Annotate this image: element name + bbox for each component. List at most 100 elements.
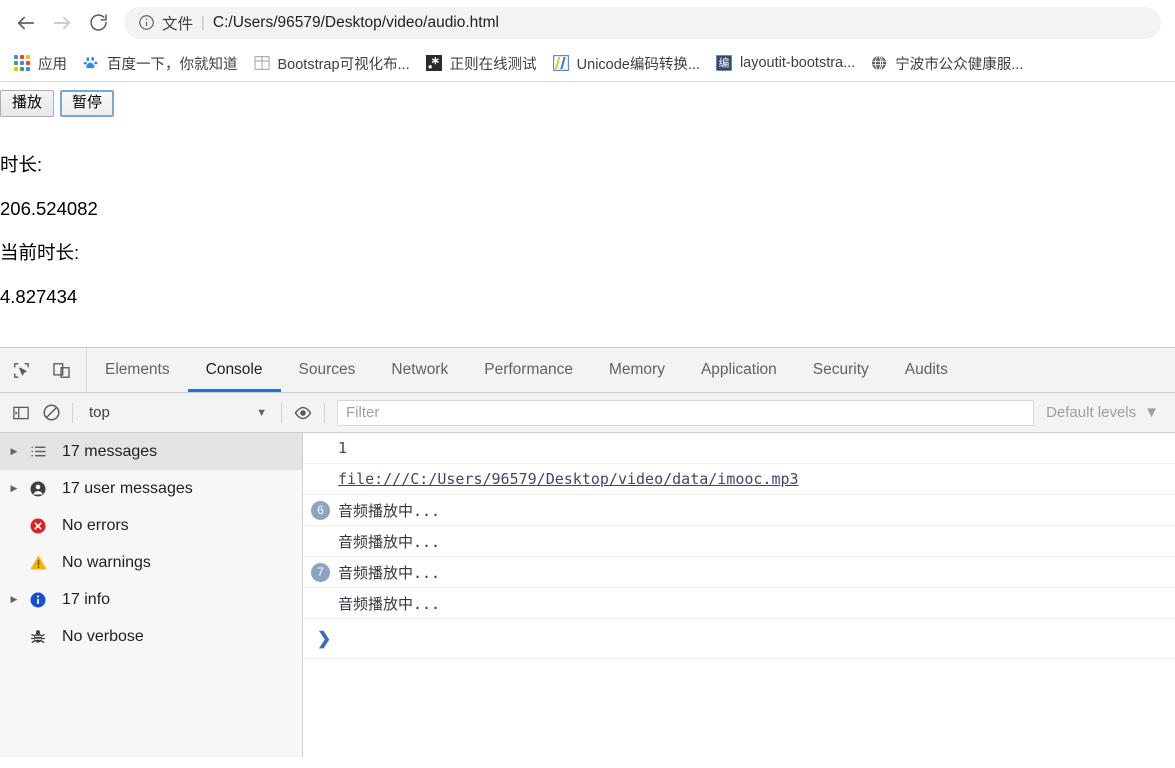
arrow-right-icon: [53, 16, 71, 29]
page-content: 播放 暂停 时长: 206.524082 当前时长: 4.827434: [0, 82, 1175, 347]
show-console-sidebar-icon[interactable]: [6, 398, 36, 428]
live-expression-eye-icon[interactable]: [288, 398, 318, 428]
console-body: ▶ 17 messages ▶ 17 user messages No erro…: [0, 433, 1175, 757]
reload-icon: [89, 14, 107, 31]
play-button[interactable]: 播放: [0, 90, 55, 117]
prompt-caret-icon: ❯: [317, 628, 332, 648]
sidebar-item-info[interactable]: ▶ 17 info: [0, 581, 302, 618]
tab-sources[interactable]: Sources: [281, 348, 374, 392]
tab-console[interactable]: Console: [187, 348, 281, 392]
devtools-tool-icons: [0, 348, 87, 392]
console-message-link[interactable]: file:///C:/Users/96579/Desktop/video/dat…: [338, 470, 799, 488]
tab-network[interactable]: Network: [373, 348, 466, 392]
duration-label: 时长:: [0, 153, 43, 175]
expand-arrow-icon[interactable]: ▶: [4, 446, 24, 457]
sidebar-item-label: No verbose: [62, 627, 144, 645]
tab-application[interactable]: Application: [683, 348, 795, 392]
tab-label: Elements: [105, 361, 170, 378]
url-text[interactable]: C:/Users/96579/Desktop/video/audio.html: [213, 14, 499, 32]
unicode-convert-icon: [552, 55, 569, 71]
tab-label: Audits: [904, 361, 948, 378]
filter-input[interactable]: [337, 399, 1035, 426]
toolbar-divider: [281, 402, 282, 423]
info-circle-icon[interactable]: [138, 14, 155, 31]
bookmark-baidu[interactable]: 百度一下，你就知道: [75, 49, 246, 77]
tab-audits[interactable]: Audits: [887, 348, 966, 392]
clear-console-icon[interactable]: [36, 398, 66, 428]
tab-memory[interactable]: Memory: [591, 348, 683, 392]
pause-button[interactable]: 暂停: [60, 90, 115, 117]
sidebar-item-label: No warnings: [62, 553, 151, 571]
console-message[interactable]: 音频播放中...: [303, 588, 1175, 619]
repeat-count-badge: 6: [311, 500, 330, 520]
tab-label: Sources: [298, 361, 356, 378]
tab-performance[interactable]: Performance: [466, 348, 591, 392]
tab-security[interactable]: Security: [795, 348, 887, 392]
devtools-panel: Elements Console Sources Network Perform…: [0, 347, 1175, 757]
apps-grid-icon: [14, 55, 30, 71]
bookmark-label: 百度一下，你就知道: [107, 56, 238, 73]
sidebar-item-errors[interactable]: No errors: [0, 507, 302, 544]
tab-elements[interactable]: Elements: [87, 348, 188, 392]
console-message-text: 1: [338, 439, 348, 457]
regex-asterisk-icon: [425, 55, 442, 71]
bookmark-label: Unicode编码转换...: [576, 56, 700, 73]
devtools-tabs: Elements Console Sources Network Perform…: [87, 348, 966, 392]
sidebar-item-warnings[interactable]: No warnings: [0, 544, 302, 581]
console-message-text: 音频播放中...: [338, 563, 441, 582]
bookmark-unicode-converter[interactable]: Unicode编码转换...: [545, 49, 708, 77]
log-levels-select[interactable]: Default levels ▼: [1040, 404, 1171, 421]
console-message-list[interactable]: 1 file:///C:/Users/96579/Desktop/video/d…: [303, 433, 1175, 757]
tab-label: Memory: [608, 361, 665, 378]
sidebar-item-label: 17 user messages: [62, 479, 193, 497]
console-message[interactable]: file:///C:/Users/96579/Desktop/video/dat…: [303, 464, 1175, 495]
bookmark-bootstrap-layout[interactable]: Bootstrap可视化布...: [246, 49, 418, 77]
device-toolbar-icon[interactable]: [46, 355, 76, 385]
address-bar[interactable]: 文件 | C:/Users/96579/Desktop/video/audio.…: [124, 6, 1161, 39]
console-prompt[interactable]: ❯: [303, 619, 1175, 659]
chevron-down-icon: ▼: [256, 406, 267, 419]
tab-label: Console: [205, 361, 263, 378]
chevron-down-icon: ▼: [1144, 404, 1159, 421]
audio-controls: 播放 暂停: [0, 90, 1175, 117]
console-message[interactable]: 音频播放中...: [303, 526, 1175, 557]
user-messages-icon: [24, 480, 52, 498]
console-message[interactable]: 6 音频播放中...: [303, 495, 1175, 526]
bookmark-ningbo-health[interactable]: 宁波市公众健康服...: [863, 49, 1031, 77]
arrow-left-icon: [17, 16, 35, 29]
sidebar-item-all-messages[interactable]: ▶ 17 messages: [0, 433, 302, 470]
current-time-value: 4.827434: [0, 286, 78, 308]
bookmark-label: 应用: [38, 56, 67, 73]
execution-context-select[interactable]: top ▼: [79, 400, 275, 426]
bookmark-regex-test[interactable]: 正则在线测试: [418, 49, 545, 77]
reload-button[interactable]: [80, 5, 116, 41]
expand-arrow-icon[interactable]: ▶: [4, 594, 24, 605]
console-message[interactable]: 7 音频播放中...: [303, 557, 1175, 588]
sidebar-item-label: No errors: [62, 516, 129, 534]
bookmark-apps[interactable]: 应用: [6, 49, 75, 77]
console-message-text: 音频播放中...: [338, 501, 441, 520]
baidu-paw-icon: [83, 56, 98, 69]
console-message[interactable]: 1: [303, 433, 1175, 464]
bookmark-label: 宁波市公众健康服...: [895, 56, 1024, 73]
bookmark-layoutit[interactable]: 编 layoutit-bootstra...: [708, 49, 863, 77]
back-button[interactable]: [8, 5, 44, 41]
tab-label: Network: [391, 361, 449, 378]
toolbar-divider: [324, 402, 325, 423]
sidebar-item-user-messages[interactable]: ▶ 17 user messages: [0, 470, 302, 507]
forward-button[interactable]: [44, 5, 80, 41]
console-filter-bar: top ▼ Default levels ▼: [0, 393, 1175, 433]
expand-arrow-icon[interactable]: ▶: [4, 483, 24, 494]
sidebar-item-label: 17 messages: [62, 442, 158, 460]
bian-square-icon: 编: [716, 55, 732, 71]
inspect-element-icon[interactable]: [6, 355, 36, 385]
current-time-label: 当前时长:: [0, 242, 80, 264]
info-icon: [24, 591, 52, 609]
sidebar-item-verbose[interactable]: No verbose: [0, 618, 302, 655]
warning-icon: [24, 553, 52, 572]
toolbar-divider: [72, 402, 73, 423]
bookmark-label: layoutit-bootstra...: [739, 55, 856, 71]
bootstrap-grid-icon: [253, 56, 270, 70]
tab-label: Security: [812, 361, 869, 378]
bookmarks-bar: 应用 百度一下，你就知道 Bootstrap可视化布... 正则在线测试 Uni…: [0, 45, 1175, 82]
